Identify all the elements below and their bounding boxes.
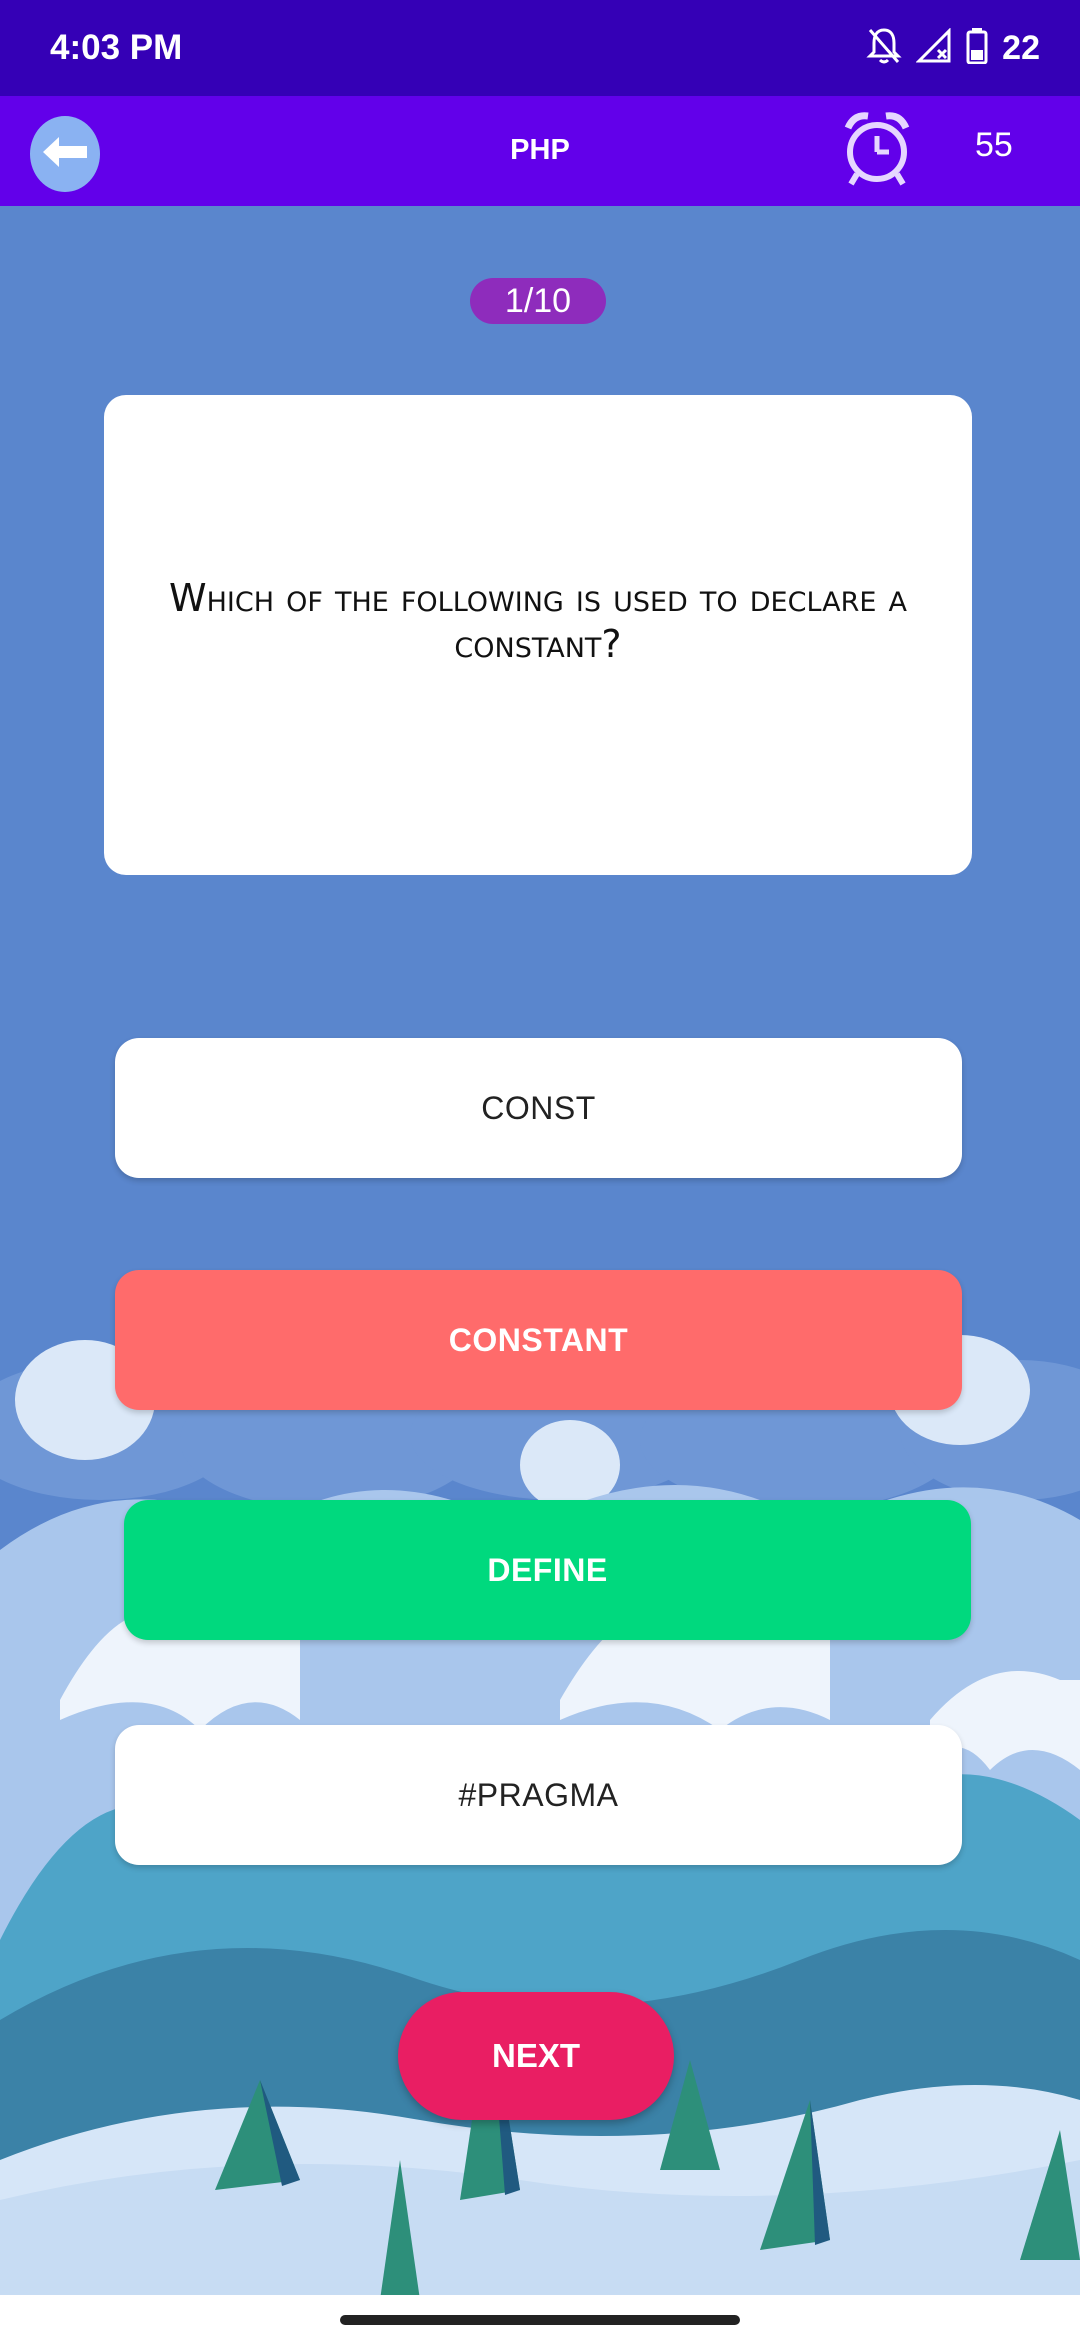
home-gesture-handle[interactable] <box>340 2315 740 2325</box>
question-card: Which of the following is used to declar… <box>104 395 972 875</box>
answer-option-1[interactable]: CONST <box>115 1038 962 1178</box>
status-time: 4:03 PM <box>50 28 183 67</box>
answer-option-4[interactable]: #PRAGMA <box>115 1725 962 1865</box>
notifications-off-icon <box>866 26 902 71</box>
timer-value: 55 <box>975 126 1013 164</box>
status-icons: 22 <box>866 24 1040 72</box>
battery-level: 22 <box>1002 28 1040 67</box>
app-bar: PHP 55 <box>0 96 1080 206</box>
page-title: PHP <box>510 134 570 166</box>
answer-option-2[interactable]: CONSTANT <box>115 1270 962 1410</box>
next-button[interactable]: NEXT <box>398 1992 674 2120</box>
answer-option-3[interactable]: DEFINE <box>124 1500 971 1640</box>
alarm-clock-icon <box>842 110 912 193</box>
question-progress-badge: 1/10 <box>470 278 606 324</box>
signal-icon <box>915 26 952 69</box>
navigation-bar <box>0 2295 1080 2340</box>
question-text: Which of the following is used to declar… <box>169 576 907 666</box>
battery-icon <box>966 27 988 69</box>
status-bar: 4:03 PM 22 <box>0 0 1080 96</box>
